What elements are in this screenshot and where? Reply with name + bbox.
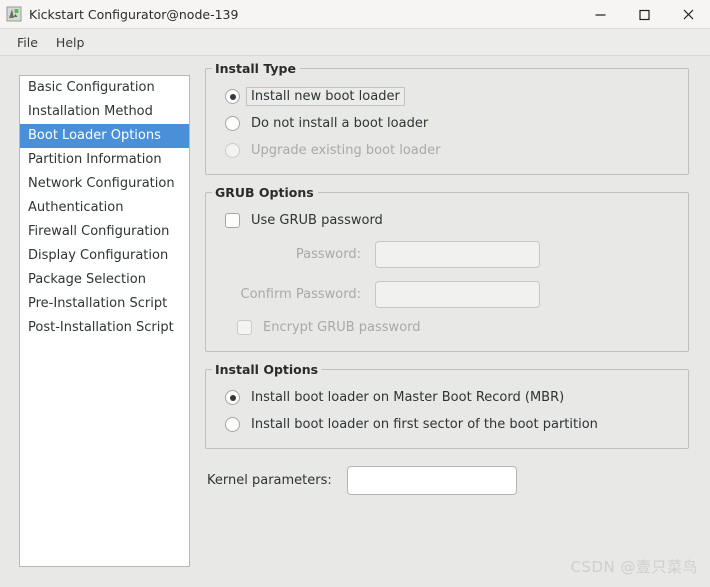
window-controls	[578, 0, 710, 28]
checkbox-icon-unchecked[interactable]	[225, 213, 240, 228]
watermark: CSDN @壹只菜鸟	[570, 558, 698, 576]
install-options-group: Install Options Install boot loader on M…	[205, 362, 689, 449]
menu-help[interactable]: Help	[47, 32, 94, 53]
grub-options-group: GRUB Options Use GRUB password Password:…	[205, 185, 689, 352]
menubar: File Help	[0, 29, 710, 56]
radio-do-not-install-boot-loader-label: Do not install a boot loader	[251, 116, 429, 131]
radio-install-new-boot-loader[interactable]: Install new boot loader	[225, 83, 678, 110]
radio-icon-unselected[interactable]	[225, 116, 240, 131]
grub-password-row: Password:	[225, 234, 678, 274]
radio-do-not-install-boot-loader[interactable]: Do not install a boot loader	[225, 110, 678, 137]
radio-upgrade-existing-boot-loader: Upgrade existing boot loader	[225, 137, 678, 164]
grub-password-input[interactable]	[375, 240, 540, 268]
kickstart-app-icon	[6, 6, 22, 22]
checkbox-use-grub-password[interactable]: Use GRUB password	[225, 207, 678, 234]
checkbox-use-grub-password-label: Use GRUB password	[251, 213, 383, 228]
radio-icon-disabled	[225, 143, 240, 158]
radio-icon-selected[interactable]	[225, 89, 240, 104]
grub-options-body: Use GRUB password Password: Confirm Pass…	[206, 193, 688, 351]
install-options-body: Install boot loader on Master Boot Recor…	[206, 370, 688, 448]
window-titlebar: Kickstart Configurator@node-139	[0, 0, 710, 29]
sidebar-item-network-configuration[interactable]: Network Configuration	[20, 172, 189, 196]
radio-install-on-first-sector[interactable]: Install boot loader on first sector of t…	[225, 411, 678, 438]
sidebar-item-package-selection[interactable]: Package Selection	[20, 268, 189, 292]
install-type-group: Install Type Install new boot loader Do …	[205, 61, 689, 175]
sidebar-item-firewall-configuration[interactable]: Firewall Configuration	[20, 220, 189, 244]
maximize-icon[interactable]	[622, 0, 666, 28]
kernel-parameters-label: Kernel parameters:	[207, 473, 332, 488]
radio-upgrade-existing-boot-loader-label: Upgrade existing boot loader	[251, 143, 441, 158]
sidebar-item-partition-information[interactable]: Partition Information	[20, 148, 189, 172]
minimize-icon[interactable]	[578, 0, 622, 28]
close-icon[interactable]	[666, 0, 710, 28]
grub-confirm-password-label: Confirm Password:	[240, 286, 361, 302]
sidebar-item-post-installation-script[interactable]: Post-Installation Script	[20, 316, 189, 340]
menu-file[interactable]: File	[8, 32, 47, 53]
sidebar-item-pre-installation-script[interactable]: Pre-Installation Script	[20, 292, 189, 316]
radio-install-on-mbr-label: Install boot loader on Master Boot Recor…	[251, 390, 565, 405]
radio-icon-unselected[interactable]	[225, 417, 240, 432]
kernel-parameters-input[interactable]	[346, 466, 517, 495]
boot-loader-options-pane: Install Type Install new boot loader Do …	[205, 61, 695, 495]
checkbox-icon-disabled	[237, 320, 252, 335]
sidebar-item-boot-loader-options[interactable]: Boot Loader Options	[20, 124, 189, 148]
install-type-body: Install new boot loader Do not install a…	[206, 69, 688, 174]
main-content: Basic Configuration Installation Method …	[0, 56, 710, 587]
checkbox-encrypt-grub-password-label: Encrypt GRUB password	[263, 320, 421, 335]
config-section-list[interactable]: Basic Configuration Installation Method …	[19, 75, 190, 567]
sidebar-item-display-configuration[interactable]: Display Configuration	[20, 244, 189, 268]
grub-confirm-password-input[interactable]	[375, 280, 540, 308]
sidebar-item-installation-method[interactable]: Installation Method	[20, 100, 189, 124]
sidebar-item-basic-configuration[interactable]: Basic Configuration	[20, 76, 189, 100]
grub-password-label: Password:	[295, 246, 361, 262]
sidebar-item-authentication[interactable]: Authentication	[20, 196, 189, 220]
checkbox-encrypt-grub-password: Encrypt GRUB password	[237, 314, 678, 341]
install-type-legend: Install Type	[212, 61, 300, 76]
radio-install-new-boot-loader-label: Install new boot loader	[246, 87, 405, 106]
radio-icon-selected[interactable]	[225, 390, 240, 405]
install-options-legend: Install Options	[212, 362, 323, 377]
kernel-parameters-row: Kernel parameters:	[207, 466, 695, 495]
grub-confirm-password-row: Confirm Password:	[225, 274, 678, 314]
window-title: Kickstart Configurator@node-139	[29, 6, 239, 22]
radio-install-on-first-sector-label: Install boot loader on first sector of t…	[251, 417, 598, 432]
radio-install-on-mbr[interactable]: Install boot loader on Master Boot Recor…	[225, 384, 678, 411]
grub-options-legend: GRUB Options	[212, 185, 318, 200]
